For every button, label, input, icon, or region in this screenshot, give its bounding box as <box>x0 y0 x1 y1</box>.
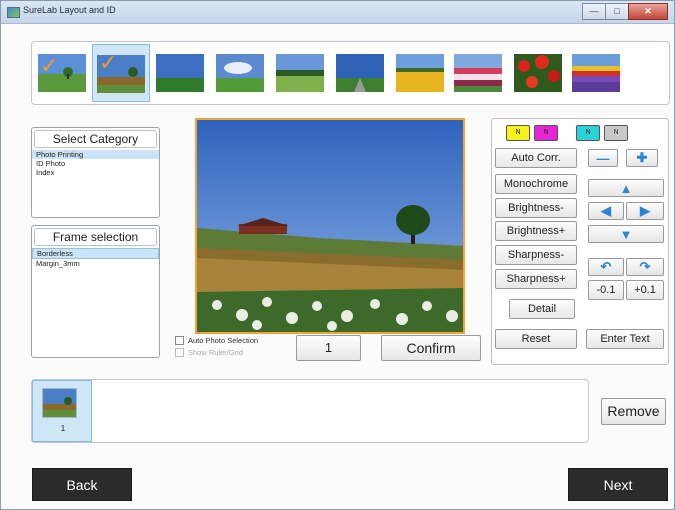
road-sky-image <box>336 54 384 92</box>
confirm-button[interactable]: Confirm <box>381 335 481 361</box>
photo-preview[interactable] <box>195 118 465 334</box>
minus-0-1-button[interactable]: -0.1 <box>588 280 624 300</box>
plus-0-1-button[interactable]: +0.1 <box>626 280 664 300</box>
thumbnail-road-sky[interactable] <box>336 54 384 92</box>
sunflower-field-image <box>396 54 444 92</box>
auto-photo-selection-checkbox[interactable]: Auto Photo Selection <box>175 336 258 345</box>
yellow-channel-chip[interactable]: N <box>506 125 530 141</box>
frame-panel: Frame selection Borderless Margin_3mm <box>31 225 160 358</box>
zoom-in-icon[interactable]: ✚ <box>626 149 658 167</box>
thumbnail-tree-row-field[interactable] <box>276 54 324 92</box>
thumbnail-cloud-field[interactable] <box>216 54 264 92</box>
back-button[interactable]: Back <box>32 468 132 501</box>
checkbox-icon <box>175 348 184 357</box>
cyan-channel-chip[interactable]: N <box>576 125 600 141</box>
frame-item-borderless[interactable]: Borderless <box>32 248 159 259</box>
enter-text-button[interactable]: Enter Text <box>586 329 664 349</box>
striped-hills-image <box>454 54 502 92</box>
monochrome-button[interactable]: Monochrome <box>495 174 577 194</box>
zoom-out-icon[interactable]: — <box>588 149 618 167</box>
reset-button[interactable]: Reset <box>495 329 577 349</box>
copies-field[interactable]: 1 <box>296 335 361 361</box>
thumbnail-striped-hills[interactable] <box>454 54 502 92</box>
sharpness-minus-button[interactable]: Sharpness- <box>495 245 577 265</box>
show-ruler-grid-label: Show Ruler/Grid <box>188 348 244 357</box>
show-ruler-grid-checkbox[interactable]: Show Ruler/Grid <box>175 348 243 357</box>
checkbox-icon <box>175 336 184 345</box>
rotate-right-icon[interactable]: ↷ <box>626 258 664 276</box>
sky-horizon-image <box>156 54 204 92</box>
layout-item-image <box>42 388 77 418</box>
category-item-photo-printing[interactable]: Photo Printing <box>32 150 159 159</box>
category-item-id-photo[interactable]: ID Photo <box>32 159 159 168</box>
red-tulips-image <box>514 54 562 92</box>
brightness-minus-button[interactable]: Brightness- <box>495 198 577 218</box>
photo-thumbnail-strip: ✓ ✓ <box>31 41 670 105</box>
auto-corr-button[interactable]: Auto Corr. <box>495 148 577 168</box>
window-controls: — □ ✕ <box>582 3 668 20</box>
move-left-icon[interactable]: ◀ <box>588 202 624 220</box>
app-icon <box>7 7 20 18</box>
maximize-button[interactable]: □ <box>605 3 629 20</box>
move-right-icon[interactable]: ▶ <box>626 202 664 220</box>
thumbnail-red-tulips[interactable] <box>514 54 562 92</box>
rotate-left-icon[interactable]: ↶ <box>588 258 624 276</box>
minimize-button[interactable]: — <box>582 3 606 20</box>
adjustment-panel: N N N N Auto Corr. Monochrome Brightness… <box>491 118 669 365</box>
layout-strip: 1 <box>31 379 589 443</box>
magenta-channel-chip[interactable]: N <box>534 125 558 141</box>
checkmark-icon: ✓ <box>40 54 59 78</box>
detail-button[interactable]: Detail <box>509 299 575 319</box>
cloud-field-image <box>216 54 264 92</box>
thumbnail-lavender-rows[interactable] <box>572 54 620 92</box>
brightness-plus-button[interactable]: Brightness+ <box>495 221 577 241</box>
layout-item-number: 1 <box>60 424 66 433</box>
frame-item-margin-3mm[interactable]: Margin_3mm <box>32 259 159 268</box>
frame-title: Frame selection <box>34 228 157 246</box>
layout-item[interactable]: 1 <box>32 380 92 442</box>
remove-button[interactable]: Remove <box>601 398 666 425</box>
thumbnail-barn-field[interactable]: ✓ <box>92 44 150 102</box>
sharpness-plus-button[interactable]: Sharpness+ <box>495 269 577 289</box>
category-title: Select Category <box>34 130 157 148</box>
category-panel: Select Category Photo Printing ID Photo … <box>31 127 160 218</box>
title-bar: SureLab Layout and ID — □ ✕ <box>1 1 674 24</box>
move-up-icon[interactable]: ▲ <box>588 179 664 197</box>
lavender-rows-image <box>572 54 620 92</box>
preview-image <box>197 120 463 332</box>
thumbnail-sky-horizon[interactable] <box>156 54 204 92</box>
thumbnail-tree-field[interactable]: ✓ <box>38 54 86 92</box>
window-title: SureLab Layout and ID <box>23 5 116 15</box>
next-button[interactable]: Next <box>568 468 668 501</box>
app-window: SureLab Layout and ID — □ ✕ ✓ ✓ Select C… <box>0 0 675 510</box>
category-item-index[interactable]: Index <box>32 168 159 177</box>
checkmark-icon: ✓ <box>99 50 118 75</box>
auto-photo-selection-label: Auto Photo Selection <box>188 336 259 345</box>
thumbnail-sunflower-field[interactable] <box>396 54 444 92</box>
close-button[interactable]: ✕ <box>628 3 668 20</box>
move-down-icon[interactable]: ▼ <box>588 225 664 243</box>
black-channel-chip[interactable]: N <box>604 125 628 141</box>
tree-row-field-image <box>276 54 324 92</box>
